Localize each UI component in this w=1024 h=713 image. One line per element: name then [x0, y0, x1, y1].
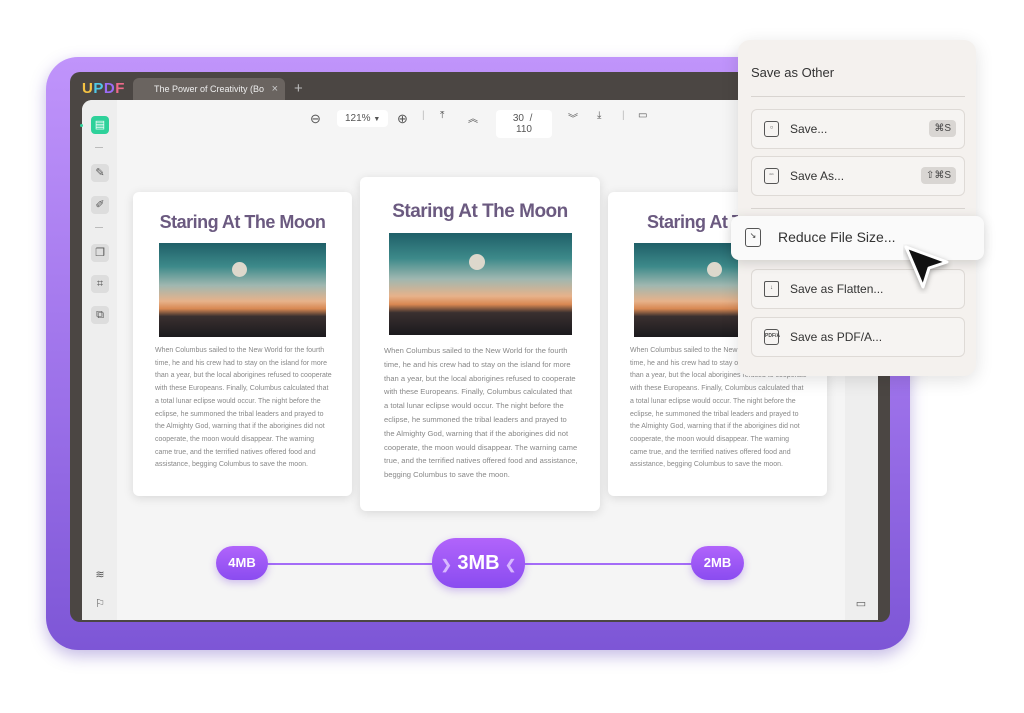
- active-indicator: [80, 124, 83, 127]
- tab-title: The Power of Creativity (Bo: [154, 84, 265, 94]
- item-label: Save As...: [790, 169, 845, 183]
- divider: |: [422, 110, 425, 121]
- page-title: Staring At The Moon: [392, 201, 568, 222]
- zoom-select[interactable]: 121% ▼: [337, 110, 389, 127]
- zoom-in-icon[interactable]: ⊕: [397, 111, 408, 127]
- size-option-3mb-selected[interactable]: ❯ 3MB ❮: [432, 538, 525, 588]
- document-tab[interactable]: The Power of Creativity (Bo ×: [133, 78, 285, 101]
- divider: [751, 208, 965, 209]
- convert-icon[interactable]: ⧉: [91, 306, 109, 324]
- chevron-left-icon: ❮: [505, 557, 517, 572]
- moon-image: [159, 243, 326, 337]
- size-option-2mb[interactable]: 2MB: [691, 546, 744, 580]
- shortcut-badge: ⌘S: [929, 120, 956, 137]
- comment-icon[interactable]: ▭: [852, 595, 870, 613]
- page-number-input[interactable]: 30 / 110: [496, 110, 552, 138]
- save-as-icon: ▫▫: [764, 168, 779, 184]
- bookmark-icon[interactable]: ⚐: [91, 595, 109, 613]
- menu-item-save-as[interactable]: ▫▫ Save As... ⇧⌘S: [751, 156, 965, 196]
- chevron-right-icon: ❯: [440, 557, 452, 572]
- tab-close-button[interactable]: ×: [272, 83, 278, 95]
- zoom-out-icon[interactable]: ⊖: [310, 111, 321, 127]
- save-icon: ○: [764, 121, 779, 137]
- first-page-icon[interactable]: ⤒: [440, 110, 444, 121]
- chevron-down-icon: ▼: [373, 116, 381, 123]
- item-label: Save as Flatten...: [790, 282, 884, 296]
- page-title: Staring At The Moon: [159, 212, 326, 232]
- reader-icon[interactable]: ▤: [91, 116, 109, 134]
- layers-icon[interactable]: ≋: [91, 566, 109, 584]
- selected-size: 3MB: [457, 552, 500, 574]
- menu-item-save-as-pdfa[interactable]: PDF/A Save as PDF/A...: [751, 317, 965, 357]
- updf-logo: UPDF: [82, 80, 125, 97]
- previous-page-icon[interactable]: ︽: [468, 110, 478, 125]
- reduce-file-size-icon: ↘: [745, 228, 761, 247]
- organize-pages-icon[interactable]: ❐: [91, 244, 109, 262]
- zoom-value: 121%: [345, 113, 371, 124]
- page-body: When Columbus sailed to the New World fo…: [384, 346, 578, 480]
- page-body: When Columbus sailed to the New World fo…: [155, 347, 332, 469]
- item-label: Save as PDF/A...: [790, 330, 883, 344]
- total-pages: 110: [516, 124, 532, 135]
- page-separator: /: [529, 113, 533, 124]
- item-label: Reduce File Size...: [778, 229, 896, 245]
- current-page: 30: [512, 113, 524, 124]
- new-tab-button[interactable]: +: [294, 80, 303, 97]
- next-page-icon[interactable]: ︾: [568, 110, 578, 125]
- edit-pdf-icon[interactable]: ✐: [91, 196, 109, 214]
- menu-item-save[interactable]: ○ Save... ⌘S: [751, 109, 965, 149]
- menu-title: Save as Other: [751, 65, 835, 80]
- page-card: Staring At The Moon When Columbus sailed…: [133, 192, 352, 496]
- mouse-pointer-icon: [904, 245, 949, 289]
- item-label: Save...: [790, 122, 828, 136]
- highlighter-icon[interactable]: ✎: [91, 164, 109, 182]
- divider: [95, 227, 103, 228]
- last-page-icon[interactable]: ⤓: [597, 110, 601, 121]
- flatten-icon: ↓: [764, 281, 779, 297]
- moon-image: [388, 233, 572, 335]
- divider: [751, 96, 965, 97]
- size-option-4mb[interactable]: 4MB: [216, 546, 268, 580]
- page-card: Staring At The Moon When Columbus sailed…: [360, 177, 600, 511]
- crop-icon[interactable]: ⌗: [91, 275, 109, 293]
- save-as-other-menu: Save as Other ○ Save... ⌘S ▫▫ Save As... ⇧⌘S…: [738, 40, 976, 376]
- pdfa-icon: PDF/A: [764, 329, 780, 345]
- shortcut-badge: ⇧⌘S: [920, 167, 956, 184]
- presentation-icon[interactable]: ▭: [638, 110, 647, 121]
- divider: [95, 147, 103, 148]
- divider: |: [622, 110, 625, 121]
